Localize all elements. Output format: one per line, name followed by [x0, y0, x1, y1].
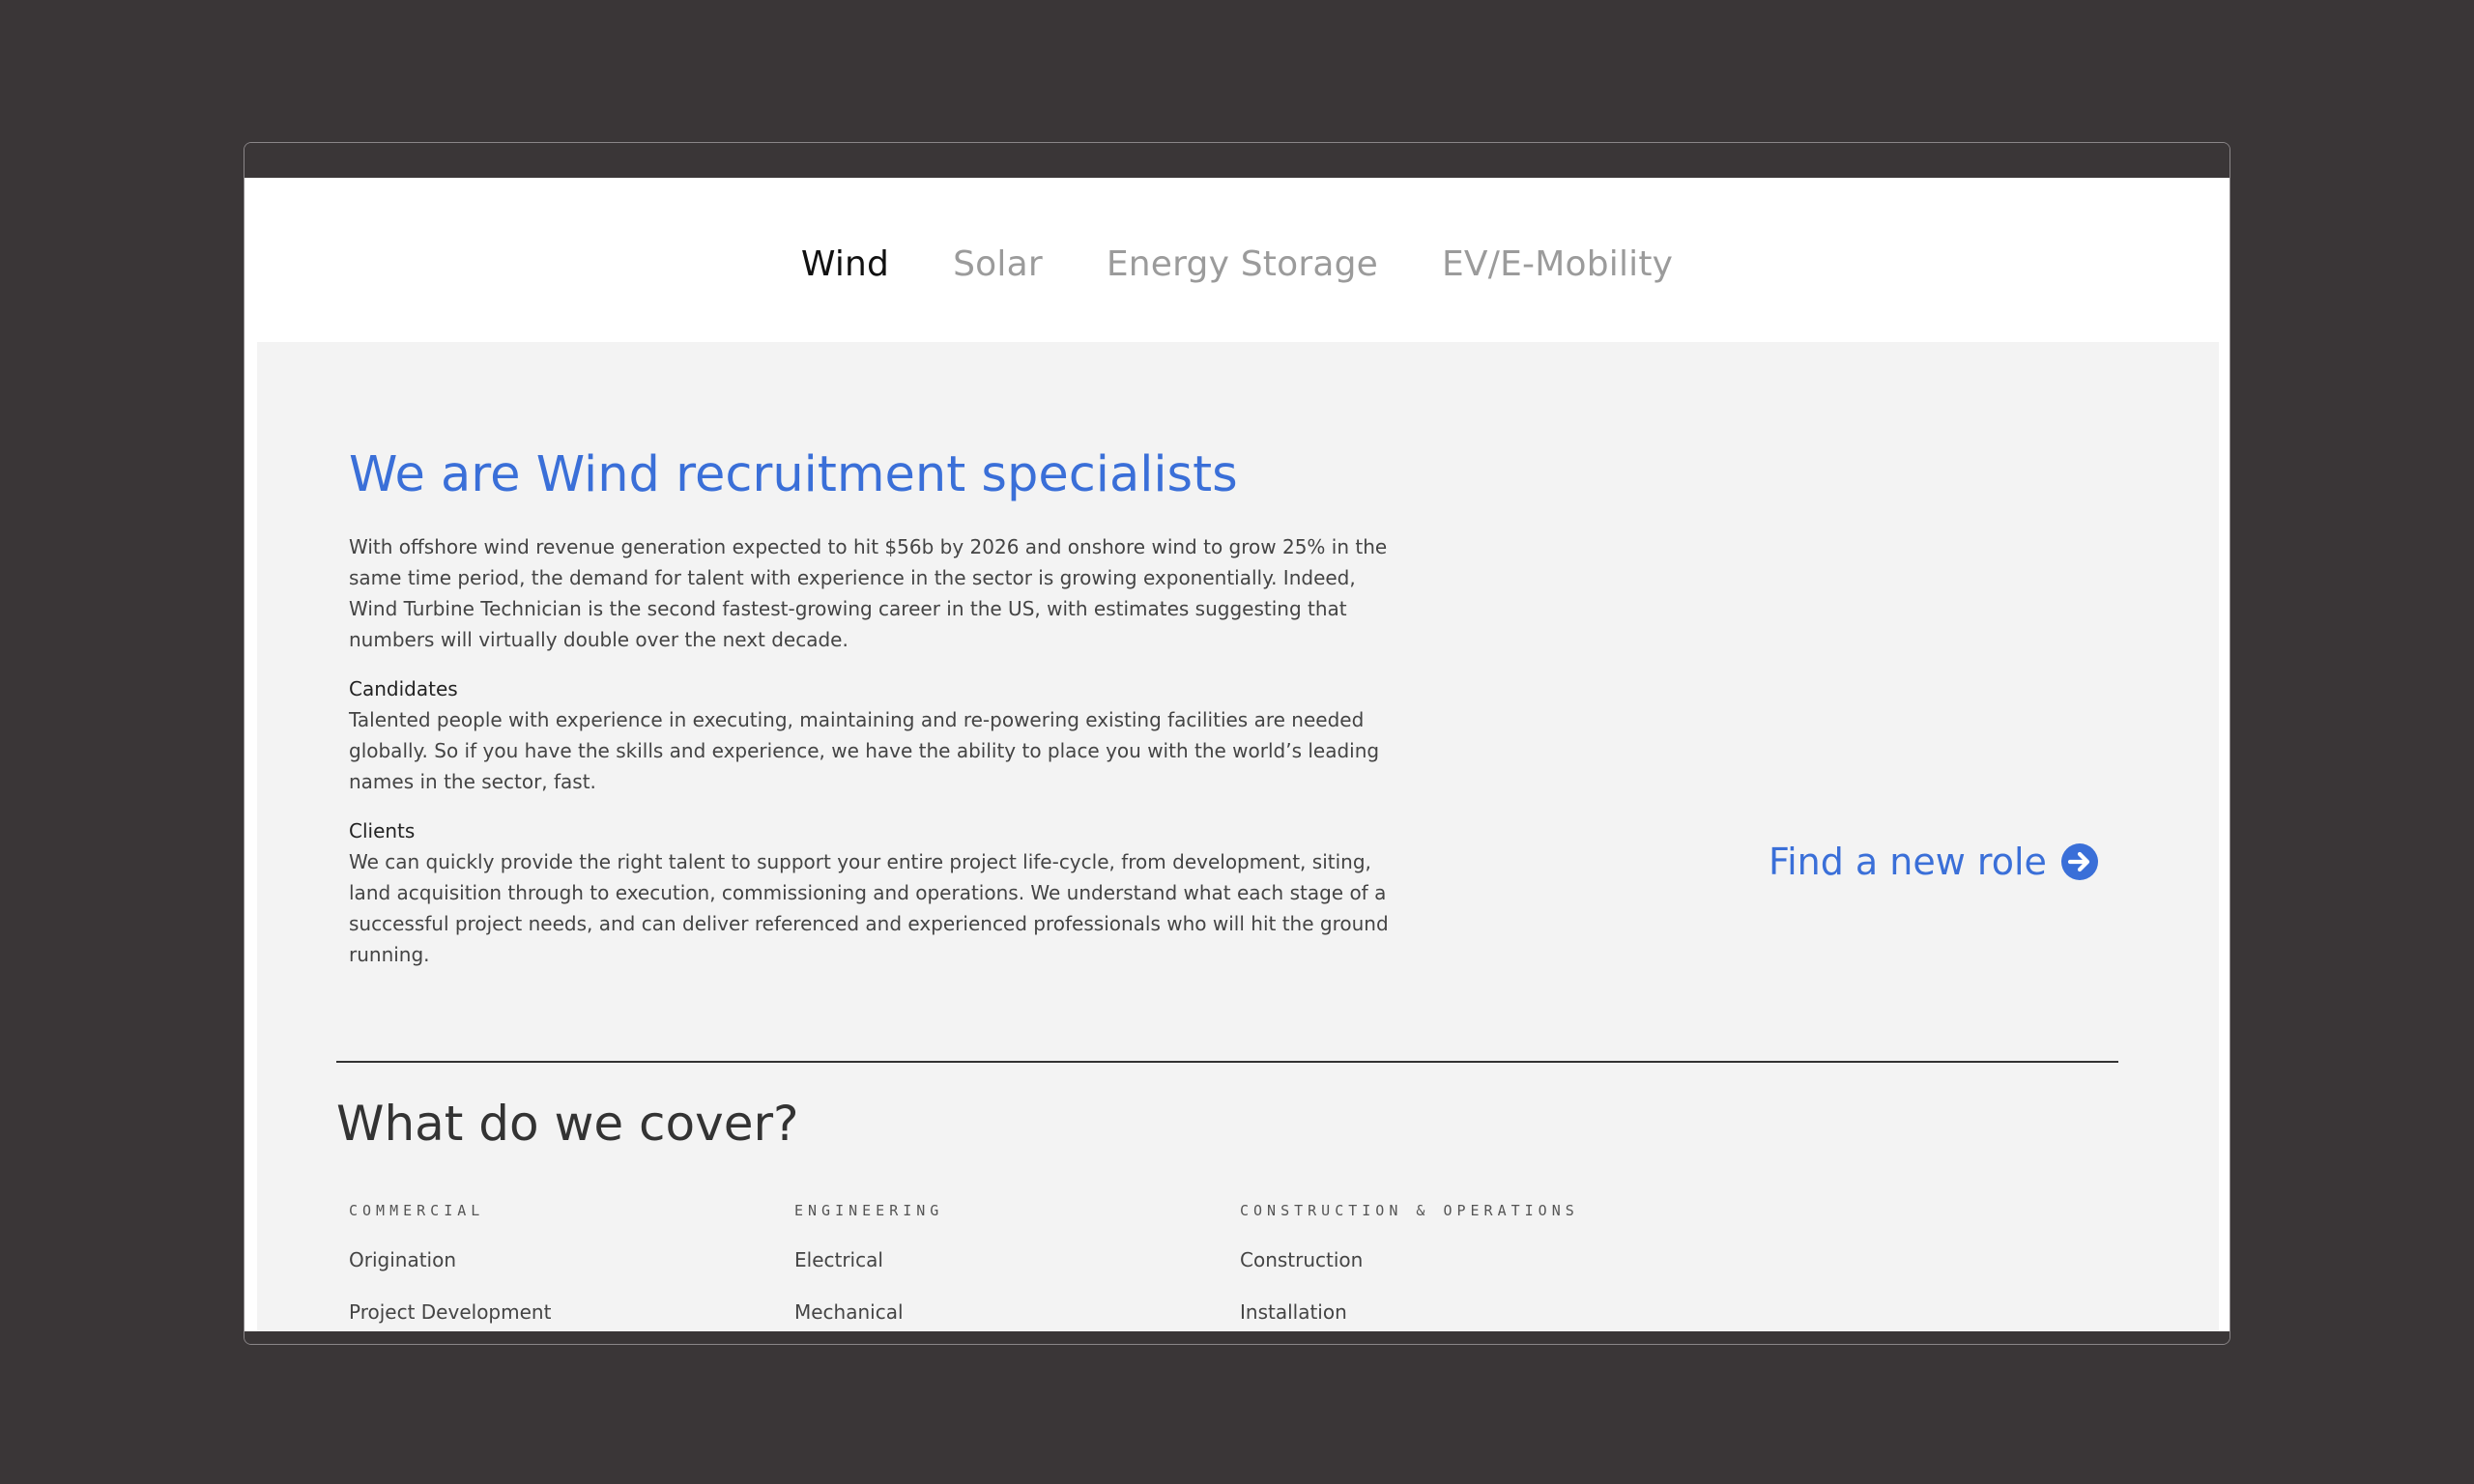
- cover-section-title: What do we cover?: [336, 1096, 799, 1152]
- browser-frame: Wind Solar Energy Storage EV/E-Mobility …: [244, 142, 2230, 1345]
- sector-tabs: Wind Solar Energy Storage EV/E-Mobility: [245, 178, 2229, 342]
- column-commercial: COMMERCIAL Origination Project Developme…: [349, 1202, 774, 1324]
- column-header: ENGINEERING: [794, 1202, 944, 1219]
- clients-heading: Clients: [349, 819, 416, 842]
- intro-text-column: With offshore wind revenue generation ex…: [349, 531, 1402, 970]
- column-construction-operations: CONSTRUCTION & OPERATIONS Construction I…: [1240, 1202, 1665, 1324]
- clients-paragraph: We can quickly provide the right talent …: [349, 850, 1389, 966]
- list-item[interactable]: Mechanical: [794, 1300, 1220, 1324]
- intro-paragraph: With offshore wind revenue generation ex…: [349, 535, 1388, 651]
- list-item[interactable]: Electrical: [794, 1248, 1220, 1271]
- tab-solar[interactable]: Solar: [953, 244, 1043, 284]
- tab-wind[interactable]: Wind: [801, 244, 889, 284]
- list-item[interactable]: Installation: [1240, 1300, 1665, 1324]
- tab-ev-e-mobility[interactable]: EV/E-Mobility: [1442, 244, 1673, 284]
- tab-energy-storage[interactable]: Energy Storage: [1107, 244, 1378, 284]
- list-item[interactable]: Origination: [349, 1248, 774, 1271]
- candidates-heading: Candidates: [349, 677, 458, 700]
- section-divider: [336, 1061, 2118, 1063]
- column-engineering: ENGINEERING Electrical Mechanical: [794, 1202, 1220, 1324]
- find-new-role-label: Find a new role: [1769, 841, 2047, 883]
- list-item[interactable]: Project Development: [349, 1300, 774, 1324]
- candidates-paragraph: Talented people with experience in execu…: [349, 708, 1380, 793]
- clients-block: Clients We can quickly provide the right…: [349, 815, 1402, 970]
- column-header: COMMERCIAL: [349, 1202, 485, 1219]
- page-headline: We are Wind recruitment specialists: [349, 446, 1238, 503]
- column-header: CONSTRUCTION & OPERATIONS: [1240, 1202, 1579, 1219]
- list-item[interactable]: Construction: [1240, 1248, 1665, 1271]
- window-top-bar: [245, 143, 2229, 178]
- page-content: Wind Solar Energy Storage EV/E-Mobility …: [245, 178, 2229, 1331]
- window-bottom-bar: [245, 1331, 2229, 1344]
- candidates-block: Candidates Talented people with experien…: [349, 673, 1402, 797]
- content-panel: We are Wind recruitment specialists With…: [257, 342, 2219, 1331]
- arrow-right-circle-icon: [2060, 843, 2098, 880]
- find-new-role-link[interactable]: Find a new role: [1769, 841, 2099, 883]
